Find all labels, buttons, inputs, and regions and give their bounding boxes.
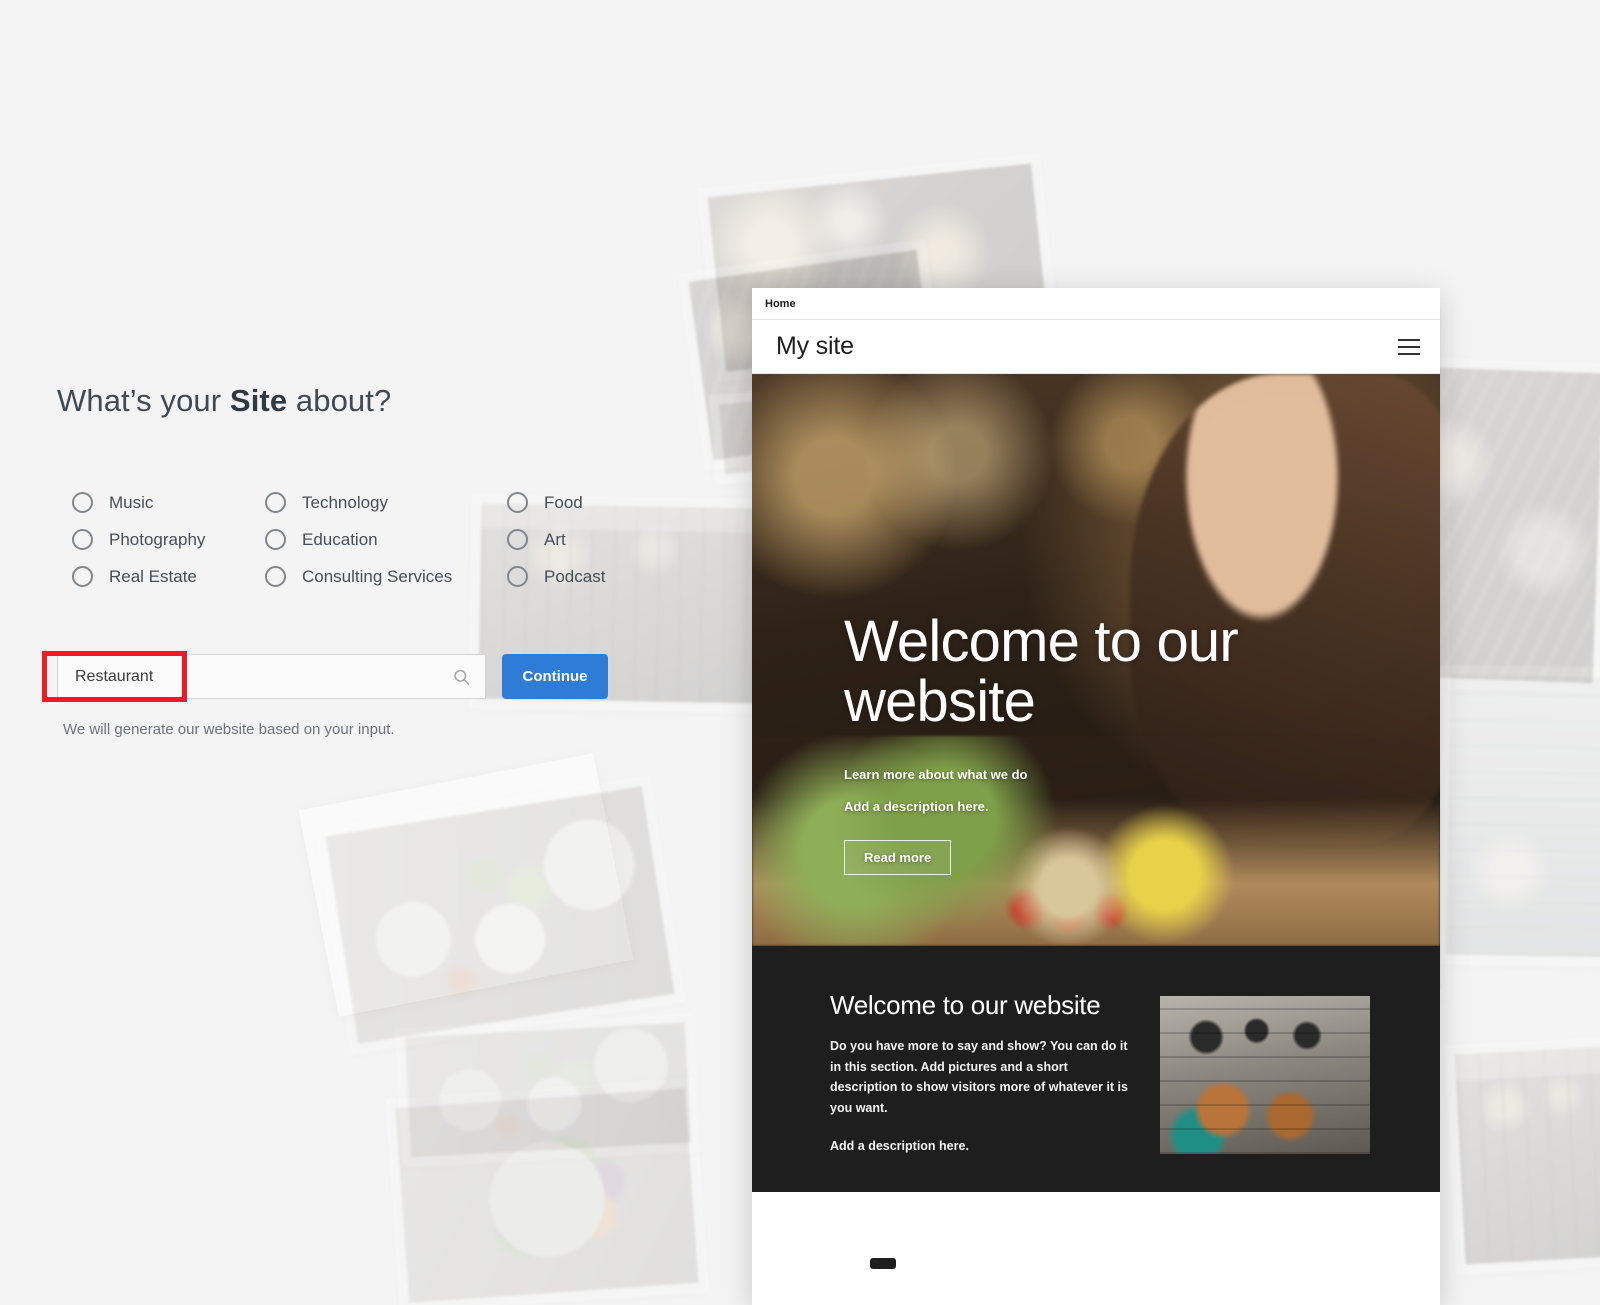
dark-section-text: Welcome to our website Do you have more …	[830, 990, 1130, 1192]
site-about-form: What’s your Site about? Music Photograph…	[0, 0, 740, 1305]
dark-section-extra: Add a description here.	[830, 1138, 969, 1153]
dark-section-image	[1160, 996, 1370, 1154]
radio-label: Podcast	[544, 566, 606, 586]
radio-label: Food	[544, 492, 583, 512]
radio-circle-icon[interactable]	[265, 529, 286, 550]
search-icon	[454, 669, 470, 685]
radio-label: Technology	[302, 492, 389, 512]
radio-option-food[interactable]: Food	[507, 484, 605, 521]
search-and-submit-row: Continue	[57, 654, 608, 699]
radio-option-art[interactable]: Art	[507, 521, 605, 558]
radio-circle-icon[interactable]	[72, 529, 93, 550]
page-title: What’s your Site about?	[57, 383, 391, 419]
radio-option-real-estate[interactable]: Real Estate	[72, 558, 205, 595]
radio-circle-icon[interactable]	[72, 492, 93, 513]
site-preview-window[interactable]: Home My site Welcome to our website Lear…	[752, 288, 1440, 1305]
hero-title: Welcome to our website	[844, 609, 1239, 734]
page-title-suffix: about?	[287, 383, 392, 418]
preview-bottom-section	[752, 1192, 1440, 1305]
hero-description: Add a description here.	[844, 799, 989, 815]
hamburger-menu-icon[interactable]	[1398, 338, 1420, 355]
hero-copy-block: Welcome to our website Learn more about …	[844, 609, 1264, 876]
radio-circle-icon[interactable]	[507, 492, 528, 513]
page-title-prefix: What’s your	[57, 383, 230, 418]
radio-option-consulting-services[interactable]: Consulting Services	[265, 558, 452, 595]
radio-option-technology[interactable]: Technology	[265, 484, 452, 521]
radio-circle-icon[interactable]	[265, 492, 286, 513]
radio-option-photography[interactable]: Photography	[72, 521, 205, 558]
preview-site-brand: My site	[776, 332, 854, 360]
radio-label: Real Estate	[109, 566, 197, 586]
category-column-1: Music Photography Real Estate	[72, 484, 205, 595]
dark-section-body: Do you have more to say and show? You ca…	[830, 1039, 1128, 1115]
hero-subtitle: Learn more about what we do	[844, 767, 1028, 783]
collage-photo-right-hall	[1435, 664, 1600, 968]
radio-option-music[interactable]: Music	[72, 484, 205, 521]
radio-label: Education	[302, 529, 378, 549]
radio-circle-icon[interactable]	[507, 566, 528, 587]
radio-label: Consulting Services	[302, 566, 453, 586]
radio-option-podcast[interactable]: Podcast	[507, 558, 605, 595]
category-column-2: Technology Education Consulting Services	[265, 484, 452, 595]
dark-section-title: Welcome to our website	[830, 990, 1101, 1020]
screen-root: What’s your Site about? Music Photograph…	[0, 0, 1600, 1305]
radio-label: Art	[544, 529, 566, 549]
search-input[interactable]	[58, 655, 485, 698]
category-column-3: Food Art Podcast	[507, 484, 605, 595]
preview-bottom-marker	[870, 1258, 896, 1269]
radio-label: Photography	[109, 529, 206, 549]
preview-dark-section: Welcome to our website Do you have more …	[752, 946, 1440, 1192]
radio-option-education[interactable]: Education	[265, 521, 452, 558]
radio-circle-icon[interactable]	[72, 566, 93, 587]
preview-site-header: My site	[752, 320, 1440, 374]
radio-circle-icon[interactable]	[265, 566, 286, 587]
preview-hero-section: Welcome to our website Learn more about …	[752, 374, 1440, 946]
radio-circle-icon[interactable]	[507, 529, 528, 550]
radio-label: Music	[109, 492, 154, 512]
continue-button[interactable]: Continue	[502, 654, 608, 699]
preview-tab-bar: Home	[752, 288, 1440, 320]
preview-tab-home[interactable]: Home	[765, 298, 796, 310]
hero-read-more-button[interactable]: Read more	[844, 840, 952, 876]
helper-text: We will generate our website based on yo…	[63, 721, 395, 738]
page-title-emphasis: Site	[229, 383, 288, 418]
search-field-wrapper[interactable]	[57, 654, 486, 699]
collage-photo-right-lower	[1444, 1035, 1600, 1275]
